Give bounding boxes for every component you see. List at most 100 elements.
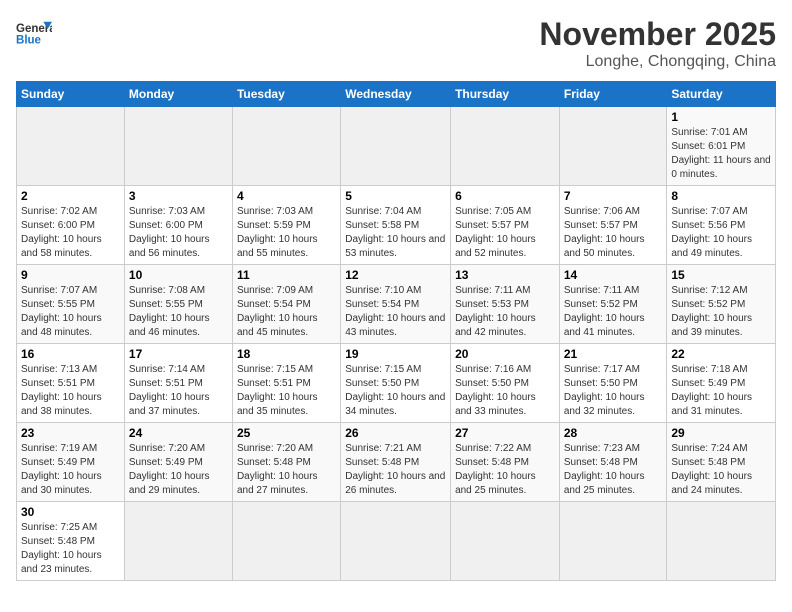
table-cell: 29 Sunrise: 7:24 AMSunset: 5:48 PMDayligh… xyxy=(667,423,776,502)
day-number: 15 xyxy=(671,268,771,282)
table-cell: 30 Sunrise: 7:25 AMSunset: 5:48 PMDayligh… xyxy=(17,502,125,581)
day-info: Sunrise: 7:09 AMSunset: 5:54 PMDaylight:… xyxy=(237,284,336,340)
day-info: Sunrise: 7:12 AMSunset: 5:52 PMDaylight:… xyxy=(671,284,771,340)
logo: General Blue xyxy=(16,16,52,52)
col-thursday: Thursday xyxy=(451,82,560,107)
day-number: 27 xyxy=(455,426,555,440)
day-number: 1 xyxy=(671,110,771,124)
table-cell: 7 Sunrise: 7:06 AMSunset: 5:57 PMDaylight… xyxy=(559,186,667,265)
table-cell xyxy=(559,502,667,581)
col-sunday: Sunday xyxy=(17,82,125,107)
day-number: 16 xyxy=(21,347,120,361)
table-cell: 12 Sunrise: 7:10 AMSunset: 5:54 PMDayligh… xyxy=(341,265,451,344)
day-info: Sunrise: 7:02 AMSunset: 6:00 PMDaylight:… xyxy=(21,205,120,261)
table-cell xyxy=(124,107,232,186)
day-info: Sunrise: 7:03 AMSunset: 6:00 PMDaylight:… xyxy=(129,205,228,261)
day-number: 21 xyxy=(564,347,663,361)
day-number: 8 xyxy=(671,189,771,203)
table-cell: 23 Sunrise: 7:19 AMSunset: 5:49 PMDayligh… xyxy=(17,423,125,502)
day-number: 18 xyxy=(237,347,336,361)
day-info: Sunrise: 7:08 AMSunset: 5:55 PMDaylight:… xyxy=(129,284,228,340)
table-cell: 27 Sunrise: 7:22 AMSunset: 5:48 PMDayligh… xyxy=(451,423,560,502)
table-cell xyxy=(341,502,451,581)
table-cell: 18Sunrise: 7:15 AMSunset: 5:51 PMDayligh… xyxy=(232,344,340,423)
table-cell: 1 Sunrise: 7:01 AMSunset: 6:01 PMDaylight… xyxy=(667,107,776,186)
page: General Blue November 2025 Longhe, Chong… xyxy=(0,0,792,612)
table-cell xyxy=(667,502,776,581)
day-number: 26 xyxy=(345,426,446,440)
day-info: Sunrise: 7:22 AMSunset: 5:48 PMDaylight:… xyxy=(455,442,555,498)
day-info: Sunrise: 7:11 AMSunset: 5:53 PMDaylight:… xyxy=(455,284,555,340)
table-cell: 22Sunrise: 7:18 AMSunset: 5:49 PMDayligh… xyxy=(667,344,776,423)
table-cell xyxy=(341,107,451,186)
table-cell: 17 Sunrise: 7:14 AMSunset: 5:51 PMDayligh… xyxy=(124,344,232,423)
day-info: Sunrise: 7:01 AMSunset: 6:01 PMDaylight:… xyxy=(671,126,771,182)
day-info: Sunrise: 7:21 AMSunset: 5:48 PMDaylight:… xyxy=(345,442,446,498)
table-cell: 4 Sunrise: 7:03 AMSunset: 5:59 PMDaylight… xyxy=(232,186,340,265)
table-cell xyxy=(232,502,340,581)
day-number: 4 xyxy=(237,189,336,203)
table-cell: 24Sunrise: 7:20 AMSunset: 5:49 PMDayligh… xyxy=(124,423,232,502)
table-cell: 20Sunrise: 7:16 AMSunset: 5:50 PMDayligh… xyxy=(451,344,560,423)
day-number: 2 xyxy=(21,189,120,203)
svg-text:Blue: Blue xyxy=(16,34,42,46)
day-info: Sunrise: 7:20 AMSunset: 5:49 PMDaylight:… xyxy=(129,442,228,498)
table-cell xyxy=(451,502,560,581)
day-number: 7 xyxy=(564,189,663,203)
day-info: Sunrise: 7:25 AMSunset: 5:48 PMDaylight:… xyxy=(21,521,120,577)
col-friday: Friday xyxy=(559,82,667,107)
day-info: Sunrise: 7:11 AMSunset: 5:52 PMDaylight:… xyxy=(564,284,663,340)
table-cell: 6Sunrise: 7:05 AMSunset: 5:57 PMDaylight… xyxy=(451,186,560,265)
day-info: Sunrise: 7:23 AMSunset: 5:48 PMDaylight:… xyxy=(564,442,663,498)
day-info: Sunrise: 7:03 AMSunset: 5:59 PMDaylight:… xyxy=(237,205,336,261)
day-info: Sunrise: 7:13 AMSunset: 5:51 PMDaylight:… xyxy=(21,363,120,419)
day-info: Sunrise: 7:07 AMSunset: 5:55 PMDaylight:… xyxy=(21,284,120,340)
header: General Blue November 2025 Longhe, Chong… xyxy=(16,16,776,71)
day-number: 22 xyxy=(671,347,771,361)
day-number: 29 xyxy=(671,426,771,440)
day-info: Sunrise: 7:07 AMSunset: 5:56 PMDaylight:… xyxy=(671,205,771,261)
table-cell: 25Sunrise: 7:20 AMSunset: 5:48 PMDayligh… xyxy=(232,423,340,502)
table-cell: 5Sunrise: 7:04 AMSunset: 5:58 PMDaylight… xyxy=(341,186,451,265)
table-cell: 10 Sunrise: 7:08 AMSunset: 5:55 PMDayligh… xyxy=(124,265,232,344)
day-number: 10 xyxy=(129,268,228,282)
day-number: 3 xyxy=(129,189,228,203)
day-number: 20 xyxy=(455,347,555,361)
calendar: Sunday Monday Tuesday Wednesday Thursday… xyxy=(16,81,776,581)
day-number: 11 xyxy=(237,268,336,282)
title-block: November 2025 Longhe, Chongqing, China xyxy=(539,16,776,71)
day-info: Sunrise: 7:19 AMSunset: 5:49 PMDaylight:… xyxy=(21,442,120,498)
day-number: 30 xyxy=(21,505,120,519)
table-cell: 28 Sunrise: 7:23 AMSunset: 5:48 PMDayligh… xyxy=(559,423,667,502)
table-cell: 11 Sunrise: 7:09 AMSunset: 5:54 PMDayligh… xyxy=(232,265,340,344)
day-number: 23 xyxy=(21,426,120,440)
day-number: 12 xyxy=(345,268,446,282)
table-cell: 3 Sunrise: 7:03 AMSunset: 6:00 PMDaylight… xyxy=(124,186,232,265)
day-info: Sunrise: 7:10 AMSunset: 5:54 PMDaylight:… xyxy=(345,284,446,340)
day-number: 28 xyxy=(564,426,663,440)
day-number: 17 xyxy=(129,347,228,361)
day-info: Sunrise: 7:14 AMSunset: 5:51 PMDaylight:… xyxy=(129,363,228,419)
table-cell: 19Sunrise: 7:15 AMSunset: 5:50 PMDayligh… xyxy=(341,344,451,423)
col-saturday: Saturday xyxy=(667,82,776,107)
table-cell: 13 Sunrise: 7:11 AMSunset: 5:53 PMDayligh… xyxy=(451,265,560,344)
day-number: 13 xyxy=(455,268,555,282)
table-cell: 21 Sunrise: 7:17 AMSunset: 5:50 PMDayligh… xyxy=(559,344,667,423)
day-number: 6 xyxy=(455,189,555,203)
col-monday: Monday xyxy=(124,82,232,107)
day-info: Sunrise: 7:17 AMSunset: 5:50 PMDaylight:… xyxy=(564,363,663,419)
month-title: November 2025 xyxy=(539,16,776,53)
table-cell xyxy=(232,107,340,186)
col-tuesday: Tuesday xyxy=(232,82,340,107)
table-cell: 26 Sunrise: 7:21 AMSunset: 5:48 PMDayligh… xyxy=(341,423,451,502)
table-cell: 15 Sunrise: 7:12 AMSunset: 5:52 PMDayligh… xyxy=(667,265,776,344)
table-cell xyxy=(17,107,125,186)
table-cell: 8 Sunrise: 7:07 AMSunset: 5:56 PMDaylight… xyxy=(667,186,776,265)
logo-icon: General Blue xyxy=(16,16,52,52)
day-info: Sunrise: 7:24 AMSunset: 5:48 PMDaylight:… xyxy=(671,442,771,498)
day-info: Sunrise: 7:20 AMSunset: 5:48 PMDaylight:… xyxy=(237,442,336,498)
table-cell xyxy=(124,502,232,581)
day-number: 14 xyxy=(564,268,663,282)
day-info: Sunrise: 7:06 AMSunset: 5:57 PMDaylight:… xyxy=(564,205,663,261)
table-cell xyxy=(451,107,560,186)
